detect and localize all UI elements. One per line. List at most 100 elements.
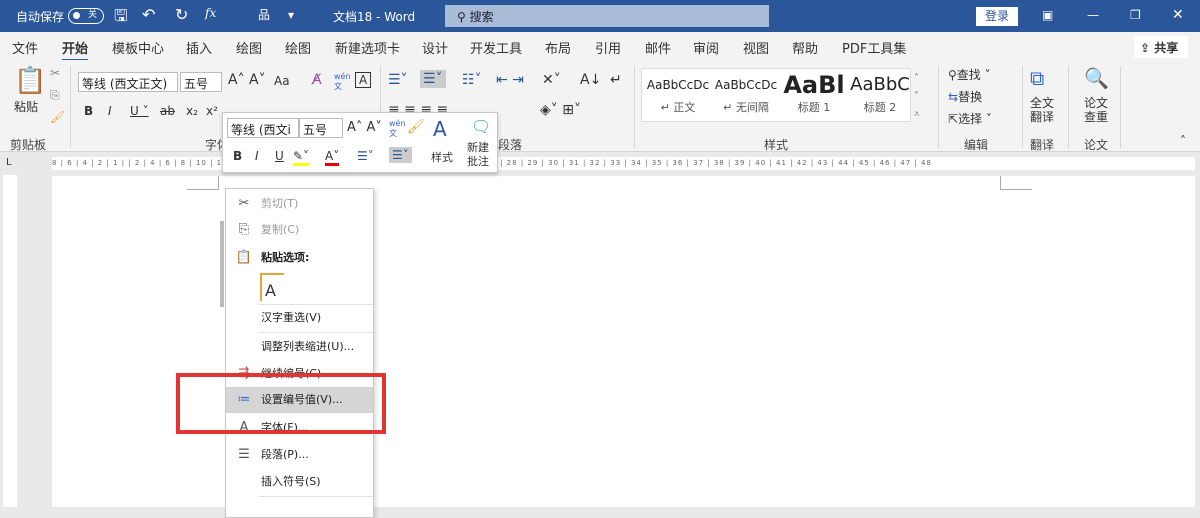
tab-help[interactable]: 帮助 — [792, 38, 818, 57]
restore-icon[interactable]: ❐ — [1130, 8, 1141, 22]
subscript-icon[interactable]: x₂ — [186, 104, 198, 118]
sort-icon[interactable]: A↓ — [580, 72, 601, 88]
change-case-button[interactable]: Aa — [274, 74, 290, 88]
title-bar: 自动保存 关 🖫 ↶ ↻ fx 品 ▾ 文档18 - Word ⚲ 搜索 登录 … — [0, 0, 1200, 32]
paste-icon[interactable]: 📋 — [14, 66, 46, 96]
menu-item-copy[interactable]: ⎘ 复制(C) — [226, 217, 373, 243]
autosave-toggle[interactable]: 关 — [68, 8, 104, 24]
save-icon[interactable]: 🖫 — [114, 5, 128, 32]
underline-icon[interactable]: U ˅ — [130, 104, 149, 118]
chinese-layout-icon[interactable]: ✕˅ — [542, 72, 561, 88]
tab-layout[interactable]: 布局 — [545, 38, 571, 57]
replace-button[interactable]: ⇆替换 — [948, 88, 982, 105]
bold-icon[interactable]: B — [84, 104, 93, 118]
translate-button[interactable]: 全文翻译 — [1030, 96, 1056, 124]
italic-icon[interactable]: I — [108, 104, 112, 118]
select-icon: ⇱ — [948, 112, 959, 126]
numbering-icon[interactable]: ☰˅ — [420, 70, 446, 88]
copy-icon[interactable]: ⎘ — [50, 88, 60, 103]
new-comment-button[interactable]: 新建批注 — [467, 141, 493, 169]
tab-file[interactable]: 文件 — [12, 38, 38, 57]
clear-format-icon[interactable]: A̸ — [312, 72, 322, 88]
org-chart-icon[interactable]: 品 — [258, 6, 270, 23]
new-comment-icon[interactable]: 🗨 — [471, 117, 491, 136]
tab-stop-icon[interactable]: L — [6, 157, 12, 168]
paste-text-only-icon[interactable]: A — [260, 273, 284, 301]
mini-font-name-select[interactable]: 等线 (西文i — [227, 118, 299, 138]
divider — [1120, 66, 1121, 148]
mini-format-painter-icon[interactable]: 🖌 — [407, 119, 425, 135]
tab-draw[interactable]: 绘图 — [236, 38, 262, 57]
grow-font-icon[interactable]: A˄ A˅ — [228, 72, 266, 88]
style-no-spacing[interactable]: AaBbCcDc ↵ 无间隔 — [712, 69, 780, 115]
indent-icons[interactable]: ⇤ ⇥ — [496, 72, 524, 88]
mini-bold-icon[interactable]: B — [233, 149, 242, 163]
plagiarism-check-icon[interactable]: 🔍 — [1084, 66, 1109, 90]
bullets-icon[interactable]: ☰˅ — [388, 72, 408, 88]
paste-button[interactable]: 粘贴 — [14, 98, 38, 115]
redo-icon[interactable]: ↻ — [175, 5, 188, 24]
customize-toolbar-icon[interactable]: ▾ — [288, 8, 294, 22]
close-icon[interactable]: ✕ — [1172, 7, 1184, 23]
mini-grow-shrink-font-icon[interactable]: A˄ A˅ — [347, 120, 382, 135]
menu-item-insert-symbol[interactable]: 插入符号(S) — [226, 469, 373, 495]
translate-icon[interactable]: ⧉ — [1030, 66, 1044, 90]
show-marks-icon[interactable]: ↵ — [610, 72, 622, 88]
mini-highlight-icon[interactable]: ✎˅ — [293, 149, 310, 166]
menu-item-adjust-list-indent[interactable]: 调整列表缩进(U)... — [226, 334, 373, 360]
tab-references[interactable]: 引用 — [595, 38, 621, 57]
phonetic-guide-icon[interactable]: wén 文 — [334, 72, 351, 92]
mini-phonetic-icon[interactable]: wén 文 — [389, 119, 406, 139]
style-heading-1[interactable]: AaBl 标题 1 — [780, 69, 848, 115]
format-painter-icon[interactable]: 🖌 — [50, 110, 65, 124]
mini-italic-icon[interactable]: I — [255, 149, 259, 163]
styles-scroll-icons[interactable]: ˄ ˅ ⩡ — [914, 70, 920, 124]
tab-developer[interactable]: 开发工具 — [470, 38, 522, 57]
ribbon-display-icon[interactable]: ▣ — [1042, 8, 1053, 22]
tab-mailings[interactable]: 邮件 — [645, 38, 671, 57]
mini-font-color-icon[interactable]: A˅ — [325, 149, 340, 166]
tab-view[interactable]: 视图 — [743, 38, 769, 57]
tab-home[interactable]: 开始 — [62, 38, 89, 62]
multilevel-list-icon[interactable]: ☷˅ — [462, 72, 482, 88]
menu-item-cut[interactable]: ✂ 剪切(T) — [226, 191, 373, 217]
mini-numbering-icon[interactable]: ☰˅ — [389, 147, 412, 163]
mini-bullets-icon[interactable]: ☰˅ — [357, 149, 374, 163]
share-button[interactable]: ⇪ 共享 — [1134, 36, 1188, 58]
mini-styles-button[interactable]: 样式 — [431, 149, 453, 165]
formula-icon[interactable]: fx — [205, 6, 216, 20]
plagiarism-check-button[interactable]: 论文查重 — [1084, 96, 1110, 124]
undo-icon[interactable]: ↶ — [142, 5, 155, 24]
style-normal[interactable]: AaBbCcDc ↵ 正文 — [644, 69, 712, 115]
margin-mark — [187, 176, 219, 190]
tab-draw-2[interactable]: 绘图 — [285, 38, 311, 57]
tab-new[interactable]: 新建选项卡 — [335, 38, 400, 57]
find-button[interactable]: ⚲查找 ˅ — [948, 66, 991, 83]
superscript-icon[interactable]: x² — [206, 104, 218, 118]
font-name-select[interactable]: 等线 (西文正文) — [78, 72, 178, 92]
menu-item-paragraph[interactable]: ☰ 段落(P)... — [226, 442, 373, 468]
tab-design[interactable]: 设计 — [422, 38, 448, 57]
search-box[interactable]: ⚲ 搜索 — [445, 5, 769, 27]
cut-icon[interactable]: ✂ — [50, 66, 60, 80]
tab-insert[interactable]: 插入 — [186, 38, 212, 57]
mini-underline-icon[interactable]: U — [275, 149, 284, 163]
strikethrough-icon[interactable]: ab — [160, 104, 175, 118]
collapse-ribbon-icon[interactable]: ˄ — [1180, 134, 1186, 148]
clipboard-group-label: 剪贴板 — [10, 138, 47, 152]
font-size-select[interactable]: 五号 — [180, 72, 222, 92]
minimize-icon[interactable]: — — [1087, 8, 1099, 22]
mini-styles-icon[interactable]: A — [433, 117, 447, 141]
login-button[interactable]: 登录 — [976, 7, 1018, 26]
tab-pdf[interactable]: PDF工具集 — [842, 38, 906, 57]
mini-font-size-select[interactable]: 五号 — [299, 118, 343, 138]
char-border-icon[interactable]: A — [355, 72, 372, 88]
select-button[interactable]: ⇱选择 ˅ — [948, 110, 992, 127]
document-page[interactable] — [52, 176, 1195, 507]
vertical-ruler[interactable] — [3, 175, 17, 507]
menu-item-hanzi-reselect[interactable]: 汉字重选(V) — [226, 305, 373, 331]
style-heading-2[interactable]: AaBbC 标题 2 — [846, 69, 914, 115]
tab-template[interactable]: 模板中心 — [112, 38, 164, 57]
shading-icon[interactable]: ◈˅ ⊞˅ — [540, 102, 581, 118]
tab-review[interactable]: 审阅 — [693, 38, 719, 57]
